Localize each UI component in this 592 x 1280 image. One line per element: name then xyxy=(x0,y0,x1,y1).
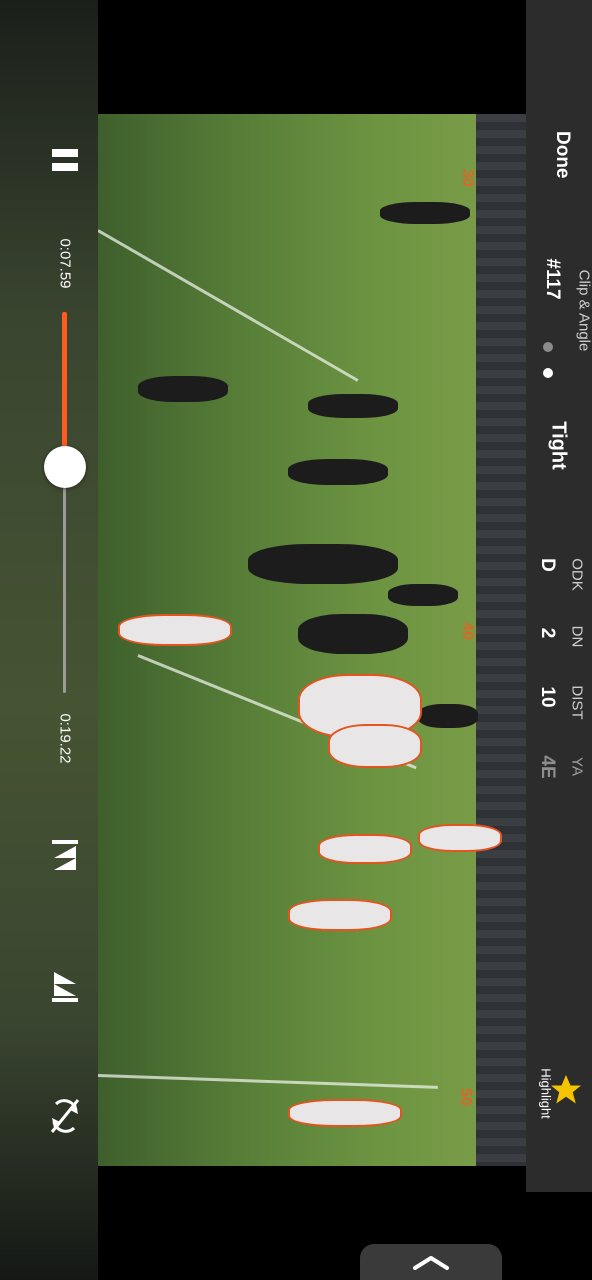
sideline-stands xyxy=(476,114,526,1166)
player xyxy=(138,376,228,402)
yard-line xyxy=(98,229,359,382)
stat-value-odk: D xyxy=(537,558,558,572)
clip-info-panel: Done Clip & Angle #117 Tight ODK D DN 2 … xyxy=(526,0,592,1192)
clip-number: #117 xyxy=(542,258,563,300)
elapsed-time: 0:07.59 xyxy=(56,238,74,289)
playback-controls: 0:07.59 0:19.22 xyxy=(0,0,98,1280)
previous-clip-button[interactable] xyxy=(45,838,85,878)
skip-forward-icon xyxy=(52,972,78,1002)
player xyxy=(288,899,392,931)
video-frame[interactable]: 30 40 50 xyxy=(98,114,526,1166)
player xyxy=(418,704,478,728)
stat-value-dist: 10 xyxy=(537,686,558,708)
highlight-label: Highlight xyxy=(538,1068,554,1119)
yard-number: 50 xyxy=(456,1088,474,1106)
done-button[interactable]: Done xyxy=(551,131,573,179)
stat-header-odk: ODK xyxy=(568,558,586,591)
stat-header-dist: DIST xyxy=(568,685,586,720)
player xyxy=(380,202,470,224)
angle-dot-active xyxy=(543,368,553,378)
stat-value-dn: 2 xyxy=(537,627,558,639)
player xyxy=(288,1099,402,1127)
yard-number: 30 xyxy=(458,169,476,187)
yard-line xyxy=(98,1074,438,1089)
stat-value-ya: 4E xyxy=(537,755,558,779)
player xyxy=(318,834,412,864)
pause-button[interactable] xyxy=(45,140,85,180)
angle-dot-inactive xyxy=(543,342,553,352)
player xyxy=(288,459,388,485)
progress-remaining xyxy=(63,467,66,693)
highlight-button[interactable]: Highlight xyxy=(526,1050,592,1140)
chevron-up-icon xyxy=(413,1256,449,1270)
home-indicator-tab[interactable] xyxy=(360,1244,502,1280)
autoplay-toggle[interactable] xyxy=(45,1096,85,1136)
next-clip-button[interactable] xyxy=(45,964,85,1004)
angle-page-indicator xyxy=(542,340,554,380)
player xyxy=(388,584,458,606)
yard-number: 40 xyxy=(458,622,476,640)
clip-angle-label: Clip & Angle xyxy=(575,269,592,352)
pause-icon xyxy=(52,149,78,171)
player xyxy=(418,824,502,852)
player xyxy=(308,394,398,418)
player xyxy=(118,614,232,646)
stat-header-ya: YA xyxy=(568,757,586,776)
progress-played xyxy=(62,312,67,467)
player xyxy=(248,544,398,584)
stat-header-dn: DN xyxy=(568,625,586,648)
progress-slider-thumb[interactable] xyxy=(44,446,86,488)
total-time: 0:19.22 xyxy=(56,713,74,764)
player xyxy=(328,724,422,768)
player xyxy=(298,614,408,654)
autoplay-disabled-icon xyxy=(50,1099,80,1133)
angle-name[interactable]: Tight xyxy=(547,416,570,476)
skip-back-icon xyxy=(52,840,78,870)
